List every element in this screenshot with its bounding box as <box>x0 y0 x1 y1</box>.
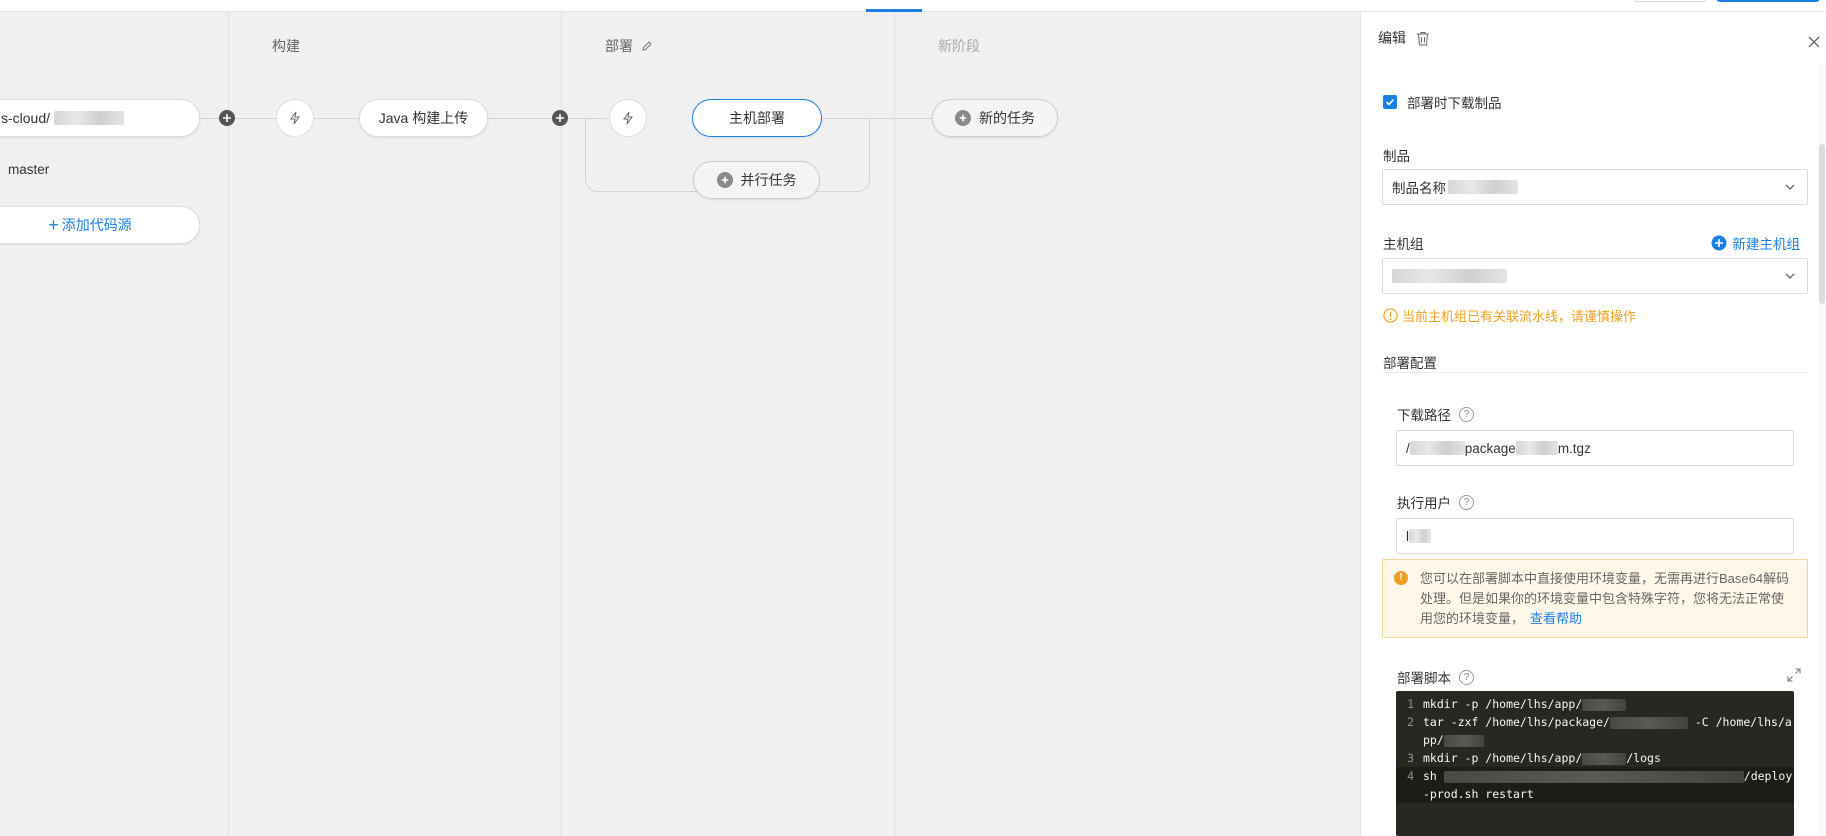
parallel-job-button[interactable]: 并行任务 <box>693 161 820 199</box>
redacted-text <box>1409 529 1431 543</box>
download-path-input[interactable]: / package m.tgz <box>1396 430 1794 466</box>
redacted-text <box>1409 441 1465 455</box>
view-help-link[interactable]: 查看帮助 <box>1530 611 1582 626</box>
expand-icon[interactable] <box>1786 667 1802 683</box>
redacted-text <box>1609 716 1688 729</box>
host-deploy-job-node[interactable]: 主机部署 <box>692 99 822 137</box>
source-node[interactable]: s-cloud/ <box>0 99 200 137</box>
scrollbar[interactable] <box>1818 64 1826 836</box>
add-stage-button[interactable] <box>552 110 568 126</box>
redacted-text <box>1443 734 1484 747</box>
code-line-current: 4 sh /deploy-prod.sh restart <box>1396 767 1794 803</box>
add-source-button[interactable]: + 添加代码源 <box>0 206 200 244</box>
deploy-script-label: 部署脚本 ? <box>1397 667 1474 687</box>
exec-user-input[interactable]: l <box>1396 518 1794 554</box>
build-job-node[interactable]: Java 构建上传 <box>359 99 488 137</box>
plus-icon <box>223 114 231 122</box>
chevron-down-icon <box>1785 273 1795 279</box>
stage-divider <box>561 12 562 836</box>
section-divider <box>1383 372 1808 373</box>
stage-title-deploy[interactable]: 部署 <box>605 36 653 56</box>
trash-icon[interactable] <box>1416 31 1430 46</box>
artifact-label: 制品 <box>1383 149 1410 164</box>
lightning-icon <box>290 111 300 125</box>
stage-title-build[interactable]: 构建 <box>272 36 300 56</box>
check-icon <box>1385 98 1395 106</box>
env-var-alert: ! 您可以在部署脚本中直接使用环境变量，无需再进行Base64解码处理。但是如果… <box>1382 559 1808 638</box>
close-icon[interactable] <box>1806 34 1822 50</box>
redacted-text <box>1582 698 1627 711</box>
edit-panel: 编辑 部署时下载制品 制品 制品名称 主机组 新建主机组 当前主机组已有关联流水… <box>1360 12 1826 836</box>
plus-icon: + <box>48 215 59 235</box>
panel-header: 编辑 <box>1361 12 1826 64</box>
deploy-trigger-node[interactable] <box>609 99 647 137</box>
primary-button[interactable] <box>1716 0 1820 2</box>
new-job-button[interactable]: 新的任务 <box>932 99 1058 137</box>
plus-circle-icon <box>955 110 971 126</box>
artifact-select[interactable]: 制品名称 <box>1382 169 1808 205</box>
plus-icon <box>556 114 564 122</box>
pencil-icon[interactable] <box>641 40 653 52</box>
code-line: 2 tar -zxf /home/lhs/package/ -C /home/l… <box>1407 715 1792 747</box>
add-stage-button[interactable] <box>219 110 235 126</box>
download-path-label: 下载路径 ? <box>1397 404 1474 424</box>
redacted-text <box>1448 180 1518 194</box>
redacted-text <box>1443 770 1744 783</box>
plus-circle-icon <box>716 172 733 188</box>
host-group-label: 主机组 <box>1383 237 1424 252</box>
pipeline-canvas: 构建 部署 新阶段 s-cloud/ master + 添加代码源 Java 构… <box>0 12 1360 836</box>
top-bar <box>0 0 1826 12</box>
deploy-config-title: 部署配置 <box>1383 356 1437 371</box>
new-host-group-link[interactable]: 新建主机组 <box>1711 233 1800 253</box>
redacted-text <box>1515 441 1558 455</box>
redacted-text <box>1392 269 1507 283</box>
stage-title-new[interactable]: 新阶段 <box>938 36 980 56</box>
deploy-script-editor[interactable]: 1 mkdir -p /home/lhs/app/ 2 tar -zxf /ho… <box>1396 691 1794 836</box>
download-artifact-checkbox-row[interactable]: 部署时下载制品 <box>1383 92 1502 112</box>
exec-user-label: 执行用户 ? <box>1397 492 1474 512</box>
stage-divider <box>894 12 895 836</box>
help-icon[interactable]: ? <box>1459 494 1474 510</box>
code-line: 3 mkdir -p /home/lhs/app//logs <box>1407 751 1661 765</box>
panel-title: 编辑 <box>1378 30 1406 46</box>
warning-icon: ! <box>1394 571 1408 585</box>
source-branch: master <box>8 162 50 177</box>
build-trigger-node[interactable] <box>276 99 314 137</box>
host-group-select[interactable] <box>1382 258 1808 294</box>
plus-circle-icon <box>1711 235 1726 251</box>
download-artifact-checkbox[interactable] <box>1383 95 1397 109</box>
redacted-text <box>1582 752 1627 765</box>
host-group-warning: 当前主机组已有关联流水线，请谨慎操作 <box>1383 306 1636 325</box>
scrollbar-thumb[interactable] <box>1819 144 1825 304</box>
code-line: 1 mkdir -p /home/lhs/app/ <box>1396 695 1794 713</box>
stage-divider <box>228 12 229 836</box>
secondary-button[interactable] <box>1633 0 1707 2</box>
redacted-text <box>54 111 125 125</box>
chevron-down-icon <box>1785 184 1795 190</box>
help-icon[interactable]: ? <box>1459 669 1474 685</box>
warning-circle-icon <box>1383 308 1398 323</box>
lightning-icon <box>623 111 633 125</box>
help-icon[interactable]: ? <box>1459 406 1474 422</box>
